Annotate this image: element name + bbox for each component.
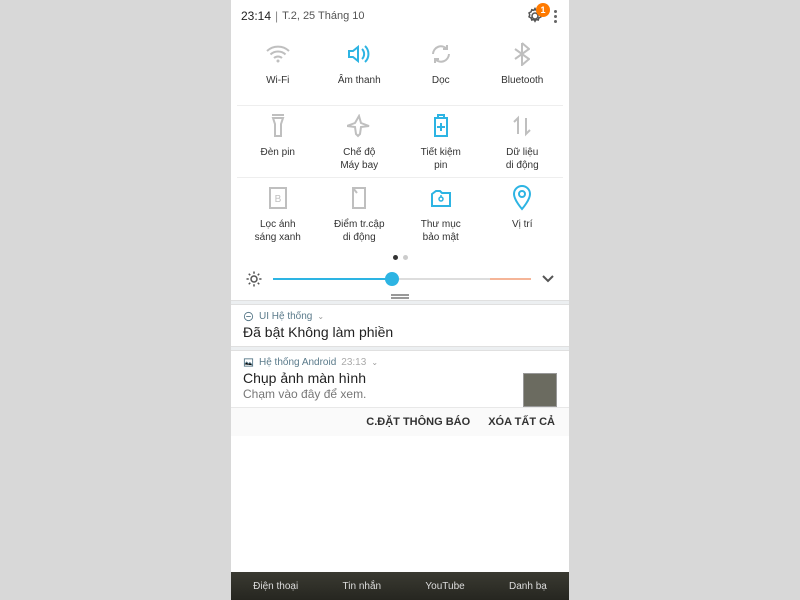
brightness-row	[231, 262, 569, 292]
dock: Điện thoại Tin nhắn YouTube Danh bạ	[231, 572, 569, 600]
dock-phone[interactable]: Điện thoại	[253, 581, 298, 592]
bluetooth-icon	[508, 40, 536, 68]
wifi-icon	[264, 40, 292, 68]
status-date: T.2, 25 Tháng 10	[282, 10, 364, 22]
toggle-hotspot[interactable]: Điểm tr.cậpdi động	[319, 178, 401, 249]
flashlight-icon	[264, 112, 292, 140]
hotspot-icon	[345, 184, 373, 212]
notification-settings-button[interactable]: C.ĐẶT THÔNG BÁO	[366, 416, 470, 428]
location-icon	[508, 184, 536, 212]
notification-panel: 23:14 | T.2, 25 Tháng 10 1 Wi-Fi Âm than…	[231, 0, 569, 600]
toggle-secure-folder[interactable]: Thư mụcbảo mật	[400, 178, 482, 249]
toggle-bluetooth[interactable]: Bluetooth	[482, 34, 564, 106]
bluelight-icon: B	[264, 184, 292, 212]
settings-button[interactable]: 1	[526, 7, 544, 25]
brightness-slider[interactable]	[273, 278, 531, 280]
chevron-down-icon: ⌄	[371, 358, 378, 367]
toggle-location[interactable]: Vị trí	[482, 178, 564, 249]
dock-messages[interactable]: Tin nhắn	[343, 581, 382, 592]
rotation-icon	[427, 40, 455, 68]
chevron-down-icon: ⌄	[317, 312, 324, 321]
page-indicator	[231, 251, 569, 262]
drag-handle[interactable]	[231, 292, 569, 300]
menu-button[interactable]	[552, 8, 559, 25]
toggle-flashlight[interactable]: Đèn pin	[237, 106, 319, 178]
settings-badge: 1	[536, 3, 550, 17]
sound-icon	[345, 40, 373, 68]
airplane-icon	[345, 112, 373, 140]
notification-screenshot[interactable]: Hệ thống Android 23:13 ⌄ Chụp ảnh màn hì…	[231, 351, 569, 407]
dock-youtube[interactable]: YouTube	[425, 581, 464, 592]
clear-all-button[interactable]: XÓA TẤT CẢ	[488, 416, 555, 428]
svg-text:B: B	[274, 194, 281, 205]
toggle-rotation[interactable]: Dọc	[400, 34, 482, 106]
status-time: 23:14	[241, 9, 271, 23]
brightness-icon	[245, 270, 263, 288]
dnd-icon	[243, 311, 254, 322]
secure-folder-icon	[427, 184, 455, 212]
toggle-wifi[interactable]: Wi-Fi	[237, 34, 319, 106]
screenshot-thumbnail	[523, 373, 557, 407]
data-icon	[508, 112, 536, 140]
toggle-sound[interactable]: Âm thanh	[319, 34, 401, 106]
battery-icon	[427, 112, 455, 140]
notification-dnd[interactable]: UI Hệ thống ⌄ Đã bật Không làm phiền	[231, 305, 569, 346]
dock-contacts[interactable]: Danh bạ	[509, 581, 547, 592]
brightness-expand[interactable]	[541, 274, 555, 284]
status-bar: 23:14 | T.2, 25 Tháng 10 1	[231, 0, 569, 30]
quick-toggles: Wi-Fi Âm thanh Dọc Bluetooth Đèn pin Chế…	[231, 30, 569, 251]
toggle-airplane[interactable]: Chế độMáy bay	[319, 106, 401, 178]
notification-actions: C.ĐẶT THÔNG BÁO XÓA TẤT CẢ	[231, 407, 569, 436]
toggle-blue-light[interactable]: B Lọc ánhsáng xanh	[237, 178, 319, 249]
toggle-battery-saver[interactable]: Tiết kiệmpin	[400, 106, 482, 178]
image-icon	[243, 357, 254, 368]
toggle-mobile-data[interactable]: Dữ liệudi động	[482, 106, 564, 178]
